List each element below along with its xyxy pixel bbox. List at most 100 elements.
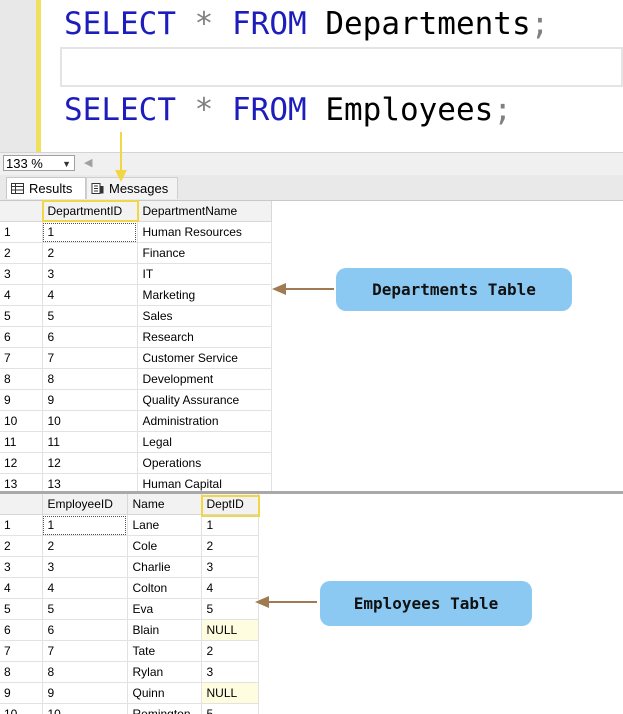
grid-cell[interactable]: 7 bbox=[42, 640, 128, 662]
row-number-cell[interactable]: 1 bbox=[0, 514, 43, 536]
grid-cell[interactable]: 6 bbox=[42, 326, 138, 348]
grid-cell[interactable]: Marketing bbox=[137, 284, 272, 306]
grid-cell[interactable]: 2 bbox=[42, 535, 128, 557]
grid-cell[interactable]: 9 bbox=[42, 389, 138, 411]
grid-cell[interactable]: 3 bbox=[42, 556, 128, 578]
table-row[interactable]: 5 5 Eva 5 bbox=[0, 598, 259, 620]
query-line-1[interactable]: SELECT * FROM Departments; bbox=[64, 6, 549, 42]
row-number-cell[interactable]: 2 bbox=[0, 535, 43, 557]
tab-messages[interactable]: Messages bbox=[86, 177, 178, 199]
row-number-cell[interactable]: 3 bbox=[0, 556, 43, 578]
table-row[interactable]: 4 4 Marketing bbox=[0, 284, 272, 306]
grid-cell[interactable]: Tate bbox=[127, 640, 202, 662]
grid-cell[interactable]: 4 bbox=[201, 577, 259, 599]
row-number-cell[interactable]: 2 bbox=[0, 242, 43, 264]
row-number-cell[interactable]: 9 bbox=[0, 682, 43, 704]
grid-cell[interactable]: Research bbox=[137, 326, 272, 348]
grid-cell[interactable]: Cole bbox=[127, 535, 202, 557]
grid-cell[interactable]: Legal bbox=[137, 431, 272, 453]
table-row[interactable]: 9 9 Quality Assurance bbox=[0, 389, 272, 411]
grid-cell[interactable]: 5 bbox=[42, 598, 128, 620]
departments-result-grid[interactable]: DepartmentID DepartmentName 1 1 Human Reso… bbox=[0, 201, 623, 491]
grid-cell[interactable]: Human Capital bbox=[137, 473, 272, 491]
grid-cell[interactable]: 9 bbox=[42, 682, 128, 704]
table-row[interactable]: 8 8 Rylan 3 bbox=[0, 661, 259, 683]
grid-cell[interactable]: Operations bbox=[137, 452, 272, 474]
grid-cell[interactable]: Rylan bbox=[127, 661, 202, 683]
grid-cell[interactable]: 2 bbox=[201, 535, 259, 557]
table-row[interactable]: 1 1 Human Resources bbox=[0, 221, 272, 243]
grid-cell[interactable]: Finance bbox=[137, 242, 272, 264]
row-number-cell[interactable]: 4 bbox=[0, 577, 43, 599]
grid-cell[interactable]: Sales bbox=[137, 305, 272, 327]
grid-cell[interactable]: 1 bbox=[42, 221, 138, 243]
table-row[interactable]: 8 8 Development bbox=[0, 368, 272, 390]
table-row[interactable]: 9 9 Quinn NULL bbox=[0, 682, 259, 704]
query-editor[interactable]: SELECT * FROM Departments; SELECT * FROM… bbox=[0, 0, 623, 152]
table-row[interactable]: 2 2 Finance bbox=[0, 242, 272, 264]
column-header-departmentid[interactable]: DepartmentID bbox=[42, 201, 138, 222]
row-number-cell[interactable]: 3 bbox=[0, 263, 43, 285]
row-number-cell[interactable]: 8 bbox=[0, 368, 43, 390]
column-header-departmentname[interactable]: DepartmentName bbox=[137, 201, 272, 222]
row-number-header[interactable] bbox=[0, 201, 43, 222]
grid-cell[interactable]: 2 bbox=[201, 640, 259, 662]
table-row[interactable]: 13 13 Human Capital bbox=[0, 473, 272, 491]
grid-cell[interactable]: 6 bbox=[42, 619, 128, 641]
row-number-cell[interactable]: 10 bbox=[0, 703, 43, 714]
row-number-header[interactable] bbox=[0, 494, 43, 515]
grid-cell[interactable]: 1 bbox=[42, 514, 128, 536]
grid-cell[interactable]: 10 bbox=[42, 703, 128, 714]
zoom-dropdown[interactable]: 133 % ▼ bbox=[3, 155, 75, 171]
grid-cell[interactable]: Human Resources bbox=[137, 221, 272, 243]
grid-cell[interactable]: 7 bbox=[42, 347, 138, 369]
table-row[interactable]: 2 2 Cole 2 bbox=[0, 535, 259, 557]
grid-cell[interactable]: 5 bbox=[201, 598, 259, 620]
grid-cell[interactable]: 10 bbox=[42, 410, 138, 432]
row-number-cell[interactable]: 7 bbox=[0, 640, 43, 662]
grid-cell[interactable]: 3 bbox=[201, 661, 259, 683]
table-row[interactable]: 3 3 Charlie 3 bbox=[0, 556, 259, 578]
query-line-3[interactable]: SELECT * FROM Employees; bbox=[64, 92, 512, 128]
grid-cell[interactable]: 8 bbox=[42, 661, 128, 683]
table-row[interactable]: 1 1 Lane 1 bbox=[0, 514, 259, 536]
grid-cell[interactable]: Lane bbox=[127, 514, 202, 536]
column-header-employeeid[interactable]: EmployeeID bbox=[42, 494, 128, 515]
table-row[interactable]: 12 12 Operations bbox=[0, 452, 272, 474]
row-number-cell[interactable]: 6 bbox=[0, 619, 43, 641]
column-header-name[interactable]: Name bbox=[127, 494, 202, 515]
row-number-cell[interactable]: 13 bbox=[0, 473, 43, 491]
table-row[interactable]: 7 7 Tate 2 bbox=[0, 640, 259, 662]
grid-cell[interactable]: 13 bbox=[42, 473, 138, 491]
row-number-cell[interactable]: 8 bbox=[0, 661, 43, 683]
grid-cell[interactable]: Development bbox=[137, 368, 272, 390]
grid-cell[interactable]: 12 bbox=[42, 452, 138, 474]
grid-cell[interactable]: Colton bbox=[127, 577, 202, 599]
row-number-cell[interactable]: 5 bbox=[0, 305, 43, 327]
table-row[interactable]: 10 10 Administration bbox=[0, 410, 272, 432]
column-header-deptid[interactable]: DeptID bbox=[201, 494, 259, 515]
grid-cell[interactable]: 11 bbox=[42, 431, 138, 453]
scroll-left-icon[interactable]: ◀ bbox=[84, 156, 92, 169]
grid-cell[interactable]: Quinn bbox=[127, 682, 202, 704]
row-number-cell[interactable]: 6 bbox=[0, 326, 43, 348]
table-row[interactable]: 6 6 Research bbox=[0, 326, 272, 348]
grid-cell[interactable]: Eva bbox=[127, 598, 202, 620]
grid-cell[interactable]: Charlie bbox=[127, 556, 202, 578]
grid-cell[interactable]: 1 bbox=[201, 514, 259, 536]
grid-cell[interactable]: Customer Service bbox=[137, 347, 272, 369]
grid-cell[interactable]: 3 bbox=[201, 556, 259, 578]
table-row[interactable]: 6 6 Blain NULL bbox=[0, 619, 259, 641]
table-row[interactable]: 3 3 IT bbox=[0, 263, 272, 285]
row-number-cell[interactable]: 9 bbox=[0, 389, 43, 411]
grid-cell[interactable]: Remington bbox=[127, 703, 202, 714]
row-number-cell[interactable]: 11 bbox=[0, 431, 43, 453]
grid-cell[interactable]: Administration bbox=[137, 410, 272, 432]
table-row[interactable]: 4 4 Colton 4 bbox=[0, 577, 259, 599]
row-number-cell[interactable]: 1 bbox=[0, 221, 43, 243]
grid-cell[interactable]: 5 bbox=[42, 305, 138, 327]
row-number-cell[interactable]: 5 bbox=[0, 598, 43, 620]
grid-cell[interactable]: 4 bbox=[42, 577, 128, 599]
grid-cell[interactable]: 3 bbox=[42, 263, 138, 285]
grid-cell[interactable]: 2 bbox=[42, 242, 138, 264]
